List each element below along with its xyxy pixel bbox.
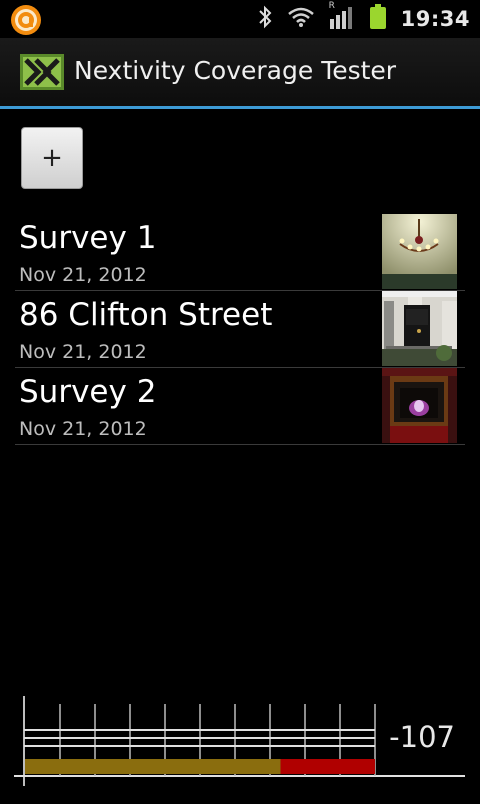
battery-icon — [369, 4, 387, 34]
title-bar: Nextivity Coverage Tester — [0, 38, 480, 109]
survey-thumbnail[interactable] — [382, 214, 457, 289]
bluetooth-icon — [257, 4, 273, 34]
survey-list: Survey 1 Nov 21, 2012 86 Clifton Street … — [15, 214, 465, 445]
clock: 19:34 — [400, 7, 470, 31]
survey-list-item[interactable]: Survey 1 Nov 21, 2012 — [15, 214, 465, 291]
survey-date: Nov 21, 2012 — [19, 341, 147, 363]
signal-value: -107 — [389, 720, 455, 754]
signal-meter: -107 — [0, 690, 480, 800]
cell-signal-icon: R — [329, 1, 355, 33]
survey-date: Nov 21, 2012 — [19, 418, 147, 440]
signal-weak-bar — [280, 759, 375, 774]
signal-strength-bar — [25, 759, 281, 774]
survey-thumbnail[interactable] — [382, 368, 457, 443]
add-survey-button[interactable]: + — [21, 127, 83, 189]
wifi-icon — [287, 6, 315, 32]
survey-date: Nov 21, 2012 — [19, 264, 147, 286]
survey-title: Survey 1 — [19, 220, 157, 256]
nextivity-logo-icon — [20, 54, 64, 94]
survey-title: 86 Clifton Street — [19, 297, 273, 333]
app-title: Nextivity Coverage Tester — [74, 56, 397, 85]
roaming-indicator: R — [328, 1, 335, 11]
survey-list-item[interactable]: 86 Clifton Street Nov 21, 2012 — [15, 291, 465, 368]
survey-title: Survey 2 — [19, 374, 157, 410]
app-notification-icon — [10, 4, 42, 40]
status-bar: R 19:34 — [0, 0, 480, 38]
survey-list-item[interactable]: Survey 2 Nov 21, 2012 — [15, 368, 465, 445]
survey-thumbnail[interactable] — [382, 291, 457, 366]
